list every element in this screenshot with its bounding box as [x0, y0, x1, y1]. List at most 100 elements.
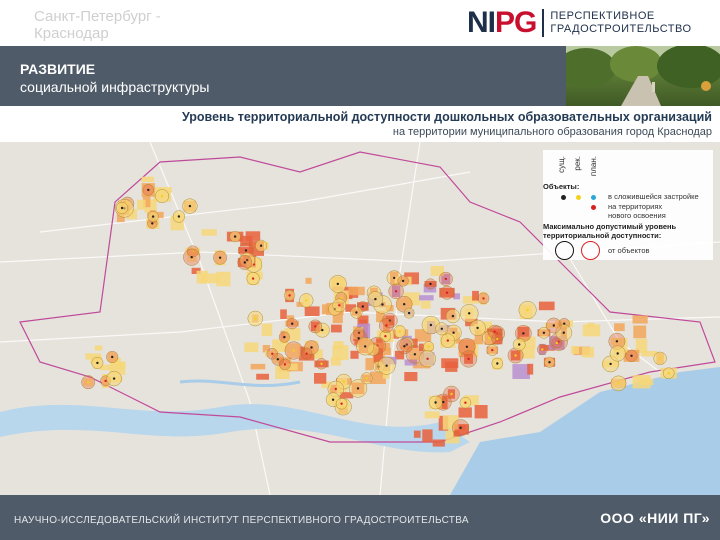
- map-subtitle: на территории муниципального образования…: [392, 126, 712, 138]
- facility-marker: [616, 352, 619, 355]
- facility-marker: [160, 194, 164, 198]
- facility-marker: [251, 277, 255, 280]
- facility-marker: [112, 377, 116, 380]
- facility-marker: [331, 398, 335, 401]
- facility-marker: [562, 331, 565, 334]
- facility-marker: [445, 291, 449, 294]
- zone-block: [141, 176, 154, 182]
- facility-marker: [259, 244, 263, 247]
- facility-marker: [407, 311, 411, 315]
- zone-block: [420, 300, 431, 309]
- zone-block: [422, 429, 433, 443]
- zone-block: [614, 323, 625, 332]
- logo-mark-b: PG: [495, 6, 537, 39]
- zone-block: [250, 363, 266, 370]
- facility-marker: [493, 330, 496, 333]
- facility-marker: [111, 355, 114, 359]
- facility-marker: [104, 379, 107, 383]
- facility-marker: [426, 357, 429, 360]
- zone-block: [137, 199, 146, 210]
- zone-block: [196, 270, 208, 284]
- logo-divider: [542, 9, 545, 37]
- facility-marker: [398, 330, 401, 333]
- logo-text: ПЕРСПЕКТИВНОЕ ГРАДОСТРОИТЕЛЬСТВО: [550, 10, 691, 36]
- facility-marker: [151, 215, 155, 218]
- zone-block: [94, 345, 103, 351]
- facility-marker: [482, 297, 485, 300]
- facility-marker: [555, 341, 558, 345]
- legend-column-reconstruction: рек.: [573, 156, 582, 171]
- facility-marker: [320, 362, 323, 365]
- facility-marker: [451, 314, 455, 318]
- facility-marker: [476, 326, 479, 330]
- facility-marker: [357, 337, 360, 340]
- section-band: РАЗВИТИЕ социальной инфраструктуры: [0, 46, 566, 106]
- zone-block: [474, 405, 488, 419]
- facility-marker: [364, 345, 367, 348]
- zone-block: [413, 430, 421, 438]
- top-bar: Санкт-Петербург - Краснодар NIPG ПЕРСПЕК…: [0, 0, 720, 46]
- park-photo: [566, 46, 720, 106]
- facility-marker: [440, 327, 443, 330]
- zone-block: [348, 286, 365, 296]
- map-area[interactable]: сущ. рек. план. Объекты: в сложившейся з…: [0, 142, 720, 495]
- zone-block: [85, 353, 92, 360]
- facility-marker: [385, 364, 388, 367]
- zone-block: [432, 439, 445, 447]
- facility-marker: [394, 290, 398, 293]
- facility-marker: [491, 348, 494, 352]
- facility-marker: [283, 335, 286, 339]
- zone-block: [350, 350, 359, 359]
- facility-marker: [244, 249, 248, 252]
- legend-item-new-2: нового освоения: [608, 211, 666, 220]
- facility-marker: [450, 392, 453, 396]
- facility-marker: [291, 322, 294, 325]
- facility-marker: [429, 282, 432, 286]
- legend-item-built: в сложившейся застройке: [608, 192, 699, 201]
- footer-company: ООО «НИИ ПГ»: [600, 510, 710, 526]
- facility-marker: [334, 387, 337, 391]
- logo-line-1: ПЕРСПЕКТИВНОЕ: [550, 10, 655, 22]
- facility-marker: [667, 372, 670, 375]
- zone-block: [245, 231, 261, 241]
- facility-marker: [403, 303, 406, 306]
- facility-marker: [552, 324, 555, 327]
- facility-marker: [541, 348, 544, 351]
- facility-marker: [356, 387, 360, 390]
- zone-block: [365, 358, 373, 371]
- facility-marker: [464, 401, 467, 404]
- zone-block: [304, 306, 320, 316]
- facility-marker: [288, 294, 291, 297]
- zone-block: [633, 325, 647, 339]
- legend-from-objects: от объектов: [608, 246, 650, 255]
- zone-block: [305, 277, 312, 284]
- legend-dot-planned-built: [591, 195, 596, 200]
- zone-block: [404, 372, 418, 382]
- facility-marker: [384, 335, 387, 338]
- logo: NIPG ПЕРСПЕКТИВНОЕ ГРАДОСТРОИТЕЛЬСТВО: [467, 6, 692, 40]
- facility-marker: [630, 354, 633, 357]
- legend-ring-planned: [581, 241, 600, 260]
- zone-block: [114, 361, 126, 370]
- section-title: РАЗВИТИЕ: [20, 61, 96, 77]
- legend-ring-existing: [555, 241, 574, 260]
- facility-marker: [393, 276, 396, 280]
- facility-marker: [355, 311, 358, 314]
- legend-objects-label: Объекты:: [543, 182, 580, 191]
- facility-marker: [338, 304, 341, 307]
- facility-marker: [177, 215, 181, 218]
- map-legend: сущ. рек. план. Объекты: в сложившейся з…: [543, 150, 713, 260]
- legend-access-line-1: Максимально допустимый уровень: [543, 222, 677, 231]
- facility-marker: [87, 381, 90, 384]
- facility-marker: [609, 362, 612, 366]
- zone-block: [458, 407, 472, 418]
- zone-block: [527, 363, 534, 375]
- legend-dot-existing: [561, 195, 566, 200]
- city-caption: Санкт-Петербург - Краснодар: [34, 8, 161, 42]
- facility-marker: [446, 339, 449, 342]
- facility-marker: [96, 361, 99, 365]
- zone-block: [538, 301, 555, 311]
- facility-marker: [542, 331, 546, 334]
- logo-mark: NIPG: [467, 6, 537, 40]
- facility-marker: [452, 331, 455, 334]
